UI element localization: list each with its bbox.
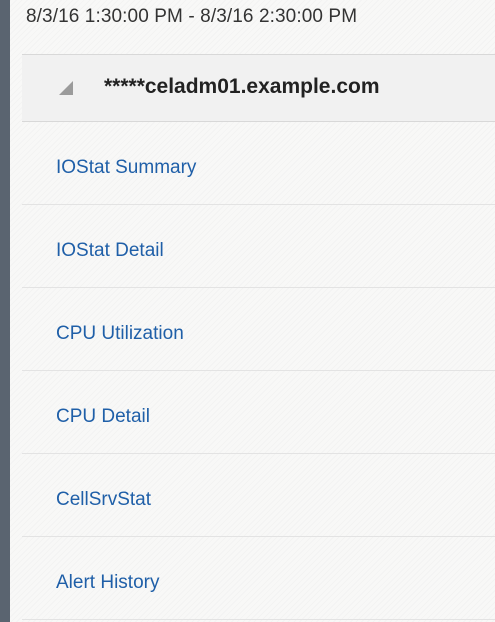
list-item-iostat-detail: IOStat Detail [22,205,495,288]
list-item-iostat-summary: IOStat Summary [22,122,495,205]
report-navigation-panel: 8/3/16 1:30:00 PM - 8/3/16 2:30:00 PM **… [10,0,495,622]
iostat-detail-link[interactable]: IOStat Detail [56,240,164,262]
list-item-cpu-detail: CPU Detail [22,371,495,454]
list-item-alert-history: Alert History [22,537,495,620]
cpu-utilization-link[interactable]: CPU Utilization [56,323,184,345]
alert-history-link[interactable]: Alert History [56,572,159,594]
host-group-header[interactable]: *****celadm01.example.com [22,54,495,122]
report-link-list: IOStat Summary IOStat Detail CPU Utiliza… [22,122,495,620]
list-item-cpu-utilization: CPU Utilization [22,288,495,371]
list-item-cellsrvstat: CellSrvStat [22,454,495,537]
collapse-triangle-icon[interactable] [59,81,73,95]
cellsrvstat-link[interactable]: CellSrvStat [56,489,151,511]
time-range-label: 8/3/16 1:30:00 PM - 8/3/16 2:30:00 PM [26,6,358,27]
host-name: *****celadm01.example.com [104,75,380,98]
cpu-detail-link[interactable]: CPU Detail [56,406,150,428]
left-rail [0,0,10,622]
iostat-summary-link[interactable]: IOStat Summary [56,157,196,179]
